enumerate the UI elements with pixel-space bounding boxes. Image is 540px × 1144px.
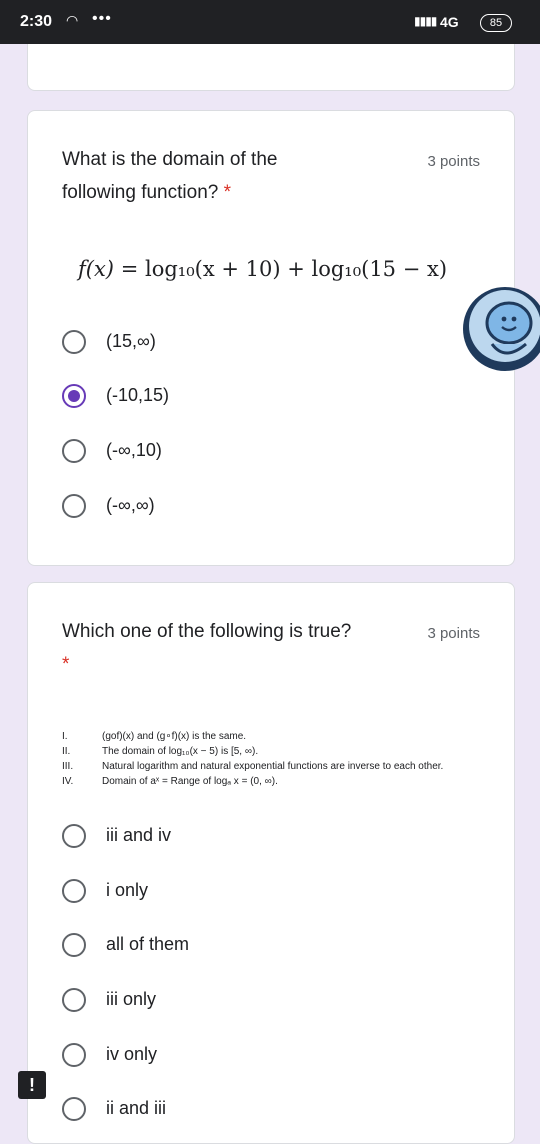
option-1[interactable]: (15,∞): [62, 329, 482, 359]
radio-button[interactable]: [62, 1043, 86, 1067]
option-1[interactable]: iii and iv: [62, 823, 482, 853]
question-card-domain: What is the domain of the following func…: [27, 110, 515, 566]
function-formula: f(x) = log₁₀(x + 10) + log₁₀(15 − x): [78, 257, 448, 281]
radio-button[interactable]: [62, 439, 86, 463]
option-3[interactable]: all of them: [62, 932, 482, 962]
option-label: iii and iv: [106, 825, 172, 845]
option-label: ii and iii: [106, 1098, 167, 1118]
option-5[interactable]: iv only: [62, 1042, 482, 1072]
option-label: iv only: [106, 1044, 158, 1064]
option-label: (15,∞): [106, 331, 156, 351]
question-points: 3 points: [427, 625, 480, 642]
question-title: What is the domain of the following func…: [62, 149, 278, 203]
radio-button[interactable]: [62, 824, 86, 848]
radio-button[interactable]: [62, 933, 86, 957]
statement-item: I. (gof)(x) and (g∘f)(x) is the same.: [62, 731, 247, 742]
statements-list: I. (gof)(x) and (g∘f)(x) is the same. II…: [62, 729, 502, 789]
wifi-icon: ◠: [66, 12, 79, 28]
assistant-avatar-icon[interactable]: [462, 286, 540, 372]
option-label: all of them: [106, 934, 190, 954]
option-label: (-∞,∞): [106, 495, 155, 515]
statement-item: III. Natural logarithm and natural expon…: [62, 761, 444, 772]
required-asterisk: *: [223, 182, 232, 203]
option-2[interactable]: i only: [62, 878, 482, 908]
more-notifications-icon: •••: [92, 10, 112, 27]
status-bar: 2:30 ◠ ••• ▮▮▮▮ 4G 85: [0, 0, 540, 44]
required-asterisk: *: [62, 654, 70, 675]
option-4[interactable]: iii only: [62, 987, 482, 1017]
signal-icon: ▮▮▮▮: [414, 14, 437, 28]
status-time: 2:30: [20, 13, 53, 30]
feedback-icon[interactable]: !: [18, 1071, 46, 1099]
option-3[interactable]: (-∞,10): [62, 438, 482, 468]
option-label: (-10,15): [106, 385, 170, 405]
option-6[interactable]: ii and iii: [62, 1096, 482, 1126]
network-type: 4G: [440, 14, 459, 30]
previous-question-card: [27, 44, 515, 91]
option-label: i only: [106, 880, 149, 900]
radio-button[interactable]: [62, 879, 86, 903]
battery-indicator: 85: [480, 14, 512, 32]
radio-button[interactable]: [62, 330, 86, 354]
statement-item: IV. Domain of aˣ = Range of logₐ x = (0,…: [62, 776, 278, 787]
statement-item: II. The domain of log₁₀(x − 5) is [5, ∞)…: [62, 746, 259, 757]
radio-button[interactable]: [62, 1097, 86, 1121]
question-card-statements: Which one of the following is true? * 3 …: [27, 582, 515, 1144]
option-label: iii only: [106, 989, 157, 1009]
question-title: Which one of the following is true? *: [62, 621, 352, 675]
option-2[interactable]: (-10,15): [62, 383, 482, 413]
question-points: 3 points: [427, 153, 480, 170]
option-label: (-∞,10): [106, 440, 162, 460]
radio-button-selected[interactable]: [62, 384, 86, 408]
radio-button[interactable]: [62, 494, 86, 518]
radio-button[interactable]: [62, 988, 86, 1012]
option-4[interactable]: (-∞,∞): [62, 493, 482, 523]
